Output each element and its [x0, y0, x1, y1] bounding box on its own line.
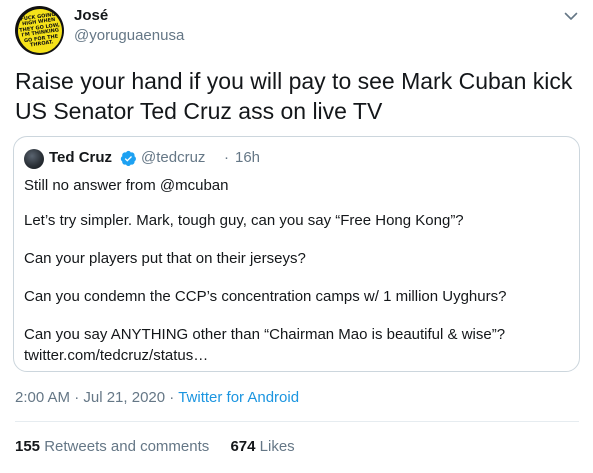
quoted-text-line: Still no answer from @mcuban [24, 177, 229, 194]
avatar-badge: FUCK GOING HIGH WHEN THEY GO LOW, I'M TH… [15, 6, 64, 55]
chevron-down-icon[interactable] [563, 8, 579, 24]
likes-label: Likes [259, 438, 295, 455]
quoted-timestamp[interactable]: 16h [235, 149, 260, 166]
quoted-text-line: Let’s try simpler. Mark, tough guy, can … [24, 212, 464, 229]
tweet-text: Raise your hand if you will pay to see M… [15, 68, 573, 124]
separator-dot: · [224, 149, 229, 166]
tweet-timestamp[interactable]: 2:00 AM · Jul 21, 2020 [15, 389, 165, 406]
likes-count: 674 [230, 438, 256, 455]
quoted-link[interactable]: twitter.com/tedcruz/status… [24, 347, 208, 364]
author-handle[interactable]: @yoruguaenusa [74, 27, 184, 44]
author-name[interactable]: José [74, 7, 108, 24]
quoted-text-line: Can your players put that on their jerse… [24, 250, 306, 267]
separator-dot: · [169, 389, 175, 406]
tweet-stats: 155 Retweets and comments 674 Likes [15, 438, 295, 455]
retweets-label: Retweets and comments [44, 438, 210, 455]
quoted-text-line: Can you say ANYTHING other than “Chairma… [24, 326, 506, 343]
divider [15, 421, 579, 422]
verified-badge-icon [120, 150, 136, 167]
author-avatar[interactable]: FUCK GOING HIGH WHEN THEY GO LOW, I'M TH… [15, 6, 64, 55]
avatar-text-line: THROAT. [29, 38, 54, 48]
quoted-author-handle[interactable]: @tedcruz [141, 149, 205, 166]
tweet-source[interactable]: Twitter for Android [178, 389, 299, 406]
quoted-text-line: Can you condemn the CCP’s concentration … [24, 288, 507, 305]
tweet-meta: 2:00 AM · Jul 21, 2020 · Twitter for And… [15, 389, 299, 406]
likes-stat[interactable]: 674 Likes [230, 438, 294, 455]
retweets-count: 155 [15, 438, 41, 455]
quoted-author-name[interactable]: Ted Cruz [49, 149, 112, 166]
quoted-tweet[interactable]: Ted Cruz @tedcruz · 16h Still no answer … [13, 136, 580, 372]
retweets-stat[interactable]: 155 Retweets and comments [15, 438, 209, 455]
quoted-author-avatar[interactable] [24, 149, 44, 169]
